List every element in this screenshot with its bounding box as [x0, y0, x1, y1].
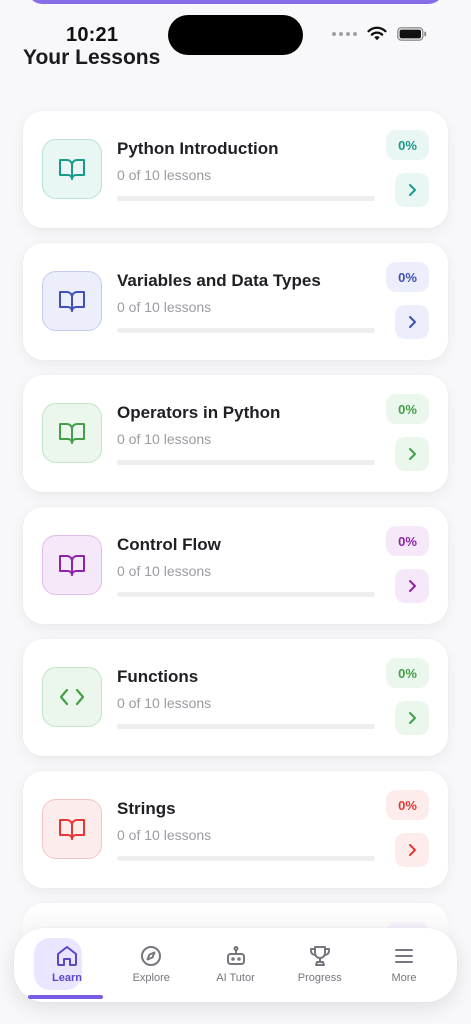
tab-progress[interactable]: Progress [278, 928, 362, 1002]
chevron-right-icon [406, 447, 418, 461]
lesson-progress-text: 0 of 10 lessons [117, 167, 212, 183]
lesson-card[interactable]: Functions 0 of 10 lessons 0% [23, 639, 448, 756]
lesson-open-button[interactable] [395, 305, 429, 339]
lesson-open-button[interactable] [395, 833, 429, 867]
chevron-right-icon [406, 315, 418, 329]
active-tab-indicator [28, 995, 103, 999]
lesson-progress-text: 0 of 10 lessons [117, 431, 212, 447]
lesson-card[interactable]: Control Flow 0 of 10 lessons 0% [23, 507, 448, 624]
lesson-icon-box [42, 139, 102, 199]
code-icon [58, 686, 86, 708]
book-icon [58, 817, 86, 841]
tab-ai-tutor[interactable]: AI Tutor [194, 928, 278, 1002]
chevron-right-icon [406, 711, 418, 725]
lesson-title: Strings [117, 799, 176, 818]
menu-icon [392, 944, 416, 968]
lesson-title: Operators in Python [117, 403, 281, 422]
cellular-signal-icon [332, 31, 357, 36]
compass-icon [139, 944, 163, 968]
tab-label: Explore [132, 972, 170, 984]
book-icon [58, 289, 86, 313]
lesson-progress-track [117, 856, 375, 861]
robot-icon [224, 944, 248, 968]
tab-explore[interactable]: Explore [109, 928, 193, 1002]
chevron-right-icon [406, 579, 418, 593]
lesson-percent-badge: 0% [386, 130, 429, 160]
lesson-list: Python Introduction 0 of 10 lessons 0% V… [23, 111, 448, 958]
lesson-progress-text: 0 of 10 lessons [117, 695, 212, 711]
lesson-title: Functions [117, 667, 199, 686]
lesson-open-button[interactable] [395, 437, 429, 471]
tab-label: Learn [52, 972, 82, 984]
lesson-card[interactable]: Operators in Python 0 of 10 lessons 0% [23, 375, 448, 492]
book-icon [58, 421, 86, 445]
lesson-open-button[interactable] [395, 569, 429, 603]
lesson-title: Control Flow [117, 535, 221, 554]
book-icon [58, 157, 86, 181]
home-icon [55, 944, 79, 968]
bottom-tab-bar: Learn Explore AI Tutor Progress More [14, 928, 457, 1002]
lesson-title: Variables and Data Types [117, 271, 321, 290]
lesson-open-button[interactable] [395, 173, 429, 207]
page-title: Your Lessons [23, 46, 161, 69]
lesson-percent-badge: 0% [386, 262, 429, 292]
lesson-card[interactable]: Strings 0 of 10 lessons 0% [23, 771, 448, 888]
chevron-right-icon [406, 843, 418, 857]
lesson-percent-badge: 0% [386, 790, 429, 820]
lesson-progress-text: 0 of 10 lessons [117, 299, 212, 315]
status-time: 10:21 [66, 24, 119, 46]
status-icons [332, 26, 427, 41]
lesson-icon-box [42, 271, 102, 331]
trophy-icon [308, 944, 332, 968]
lesson-icon-box [42, 667, 102, 727]
lesson-progress-track [117, 724, 375, 729]
lesson-progress-track [117, 460, 375, 465]
lesson-icon-box [42, 403, 102, 463]
lesson-open-button[interactable] [395, 701, 429, 735]
lesson-percent-badge: 0% [386, 526, 429, 556]
lesson-percent-badge: 0% [386, 394, 429, 424]
battery-icon [397, 26, 427, 41]
lesson-percent-badge: 0% [386, 658, 429, 688]
lesson-progress-text: 0 of 10 lessons [117, 827, 212, 843]
chevron-right-icon [406, 183, 418, 197]
dynamic-island [168, 15, 303, 55]
lesson-icon-box [42, 799, 102, 859]
tab-learn[interactable]: Learn [25, 928, 109, 1002]
tab-label: Progress [297, 972, 342, 984]
lesson-progress-track [117, 328, 375, 333]
tab-more[interactable]: More [362, 928, 446, 1002]
lesson-title: Python Introduction [117, 139, 279, 158]
lesson-progress-track [117, 196, 375, 201]
book-icon [58, 553, 86, 577]
lesson-icon-box [42, 535, 102, 595]
tab-label: AI Tutor [216, 972, 255, 984]
lesson-progress-text: 0 of 10 lessons [117, 563, 212, 579]
lesson-progress-track [117, 592, 375, 597]
lesson-card[interactable]: Variables and Data Types 0 of 10 lessons… [23, 243, 448, 360]
wifi-icon [367, 26, 387, 41]
tab-label: More [391, 972, 417, 984]
lesson-card[interactable]: Python Introduction 0 of 10 lessons 0% [23, 111, 448, 228]
